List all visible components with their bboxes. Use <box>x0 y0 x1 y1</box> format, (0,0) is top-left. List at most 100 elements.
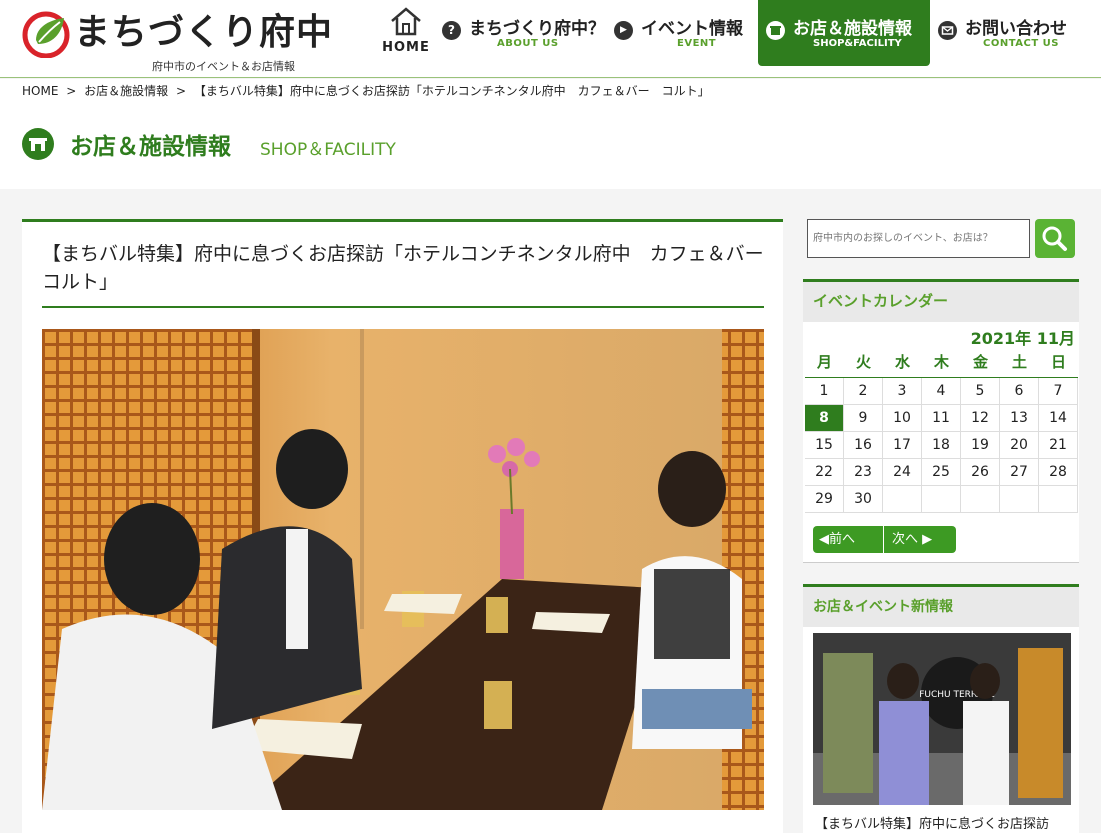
calendar-day[interactable]: 27 <box>1000 459 1039 486</box>
search-button[interactable] <box>1035 219 1075 258</box>
weekday-label: 日 <box>1039 350 1078 378</box>
calendar-day[interactable]: 15 <box>805 432 844 459</box>
nav-home-label: HOME <box>382 40 430 55</box>
calendar-week: 29 30 <box>805 486 1078 513</box>
calendar-day[interactable]: 21 <box>1039 432 1078 459</box>
calendar-month: 2021年 11月 <box>970 329 1075 348</box>
home-icon <box>391 7 421 36</box>
page-title: お店＆施設情報 <box>70 134 231 160</box>
search-icon <box>1042 226 1067 251</box>
site-logo[interactable]: まちづくり府中 府中市のイベント＆お店情報 <box>22 8 332 74</box>
calendar-heading: イベントカレンダー <box>803 282 1079 322</box>
calendar-day[interactable]: 25 <box>922 459 961 486</box>
calendar-empty-cell <box>1039 486 1078 513</box>
calendar-week: 15 16 17 18 19 20 21 <box>805 432 1078 459</box>
event-calendar: イベントカレンダー 2021年 11月 月 火 水 木 金 土 日 123456… <box>803 279 1079 563</box>
calendar-day[interactable]: 3 <box>883 378 922 405</box>
calendar-day[interactable]: 8 <box>805 405 844 432</box>
tea-leaf-logo-icon <box>22 11 70 58</box>
calendar-grid: 月 火 水 木 金 土 日 1 2 3 4 5 6 7 8 9 10 11 12 13 14 15 16 17 1… <box>805 350 1078 513</box>
article: 【まちバル特集】府中に息づくお店探訪「ホテルコンチネンタル府中 カフェ＆バー コ… <box>22 219 783 833</box>
news-heading: お店＆イベント新情報 <box>803 587 1079 627</box>
shop-event-news: お店＆イベント新情報 FUCHU TERRACE 【まちバル特集】府中に息づくお… <box>803 584 1079 833</box>
calendar-weeks: 1 2 3 4 5 6 7 8 9 10 11 12 13 14 15 16 17 18 19 20 21 22 23 24 2… <box>805 378 1078 513</box>
breadcrumb-home[interactable]: HOME <box>22 84 58 98</box>
calendar-empty-cell <box>961 486 1000 513</box>
calendar-day[interactable]: 4 <box>922 378 961 405</box>
calendar-day[interactable]: 12 <box>961 405 1000 432</box>
nav-about-en: ABOUT US <box>497 38 559 49</box>
shop-icon <box>22 128 54 160</box>
nav-contact-en: CONTACT US <box>983 38 1059 49</box>
title-band: HOME > お店＆施設情報 > 【まちバル特集】府中に息づくお店探訪「ホテルコ… <box>0 79 1101 189</box>
calendar-day[interactable]: 26 <box>961 459 1000 486</box>
weekday-label: 木 <box>922 350 961 378</box>
calendar-empty-cell <box>883 486 922 513</box>
calendar-week: 1234567 <box>805 378 1078 405</box>
shop-icon <box>766 21 785 40</box>
calendar-day[interactable]: 9 <box>844 405 883 432</box>
nav-shop[interactable]: お店＆施設情報 SHOP&FACILITY <box>758 0 930 66</box>
nav-contact-label: お問い合わせ <box>965 19 1067 39</box>
calendar-week: 8 9 10 11 12 13 14 <box>805 405 1078 432</box>
calendar-day[interactable]: 1 <box>805 378 844 405</box>
article-photo <box>42 329 764 810</box>
news-thumbnail[interactable]: FUCHU TERRACE <box>813 633 1071 805</box>
breadcrumb-current: 【まちバル特集】府中に息づくお店探訪「ホテルコンチネンタル府中 カフェ＆バー コ… <box>193 84 710 98</box>
title-divider <box>42 306 764 308</box>
play-icon: ▶ <box>614 21 633 40</box>
weekday-label: 月 <box>805 350 844 378</box>
nav-home[interactable]: HOME <box>380 6 432 66</box>
calendar-day[interactable]: 17 <box>883 432 922 459</box>
calendar-day[interactable]: 23 <box>844 459 883 486</box>
nav-about[interactable]: ? まちづくり府中？ ABOUT US <box>442 0 605 66</box>
calendar-day[interactable]: 24 <box>883 459 922 486</box>
nav-event-label: イベント情報 <box>641 19 743 39</box>
weekday-label: 水 <box>883 350 922 378</box>
calendar-day[interactable]: 30 <box>844 486 883 513</box>
article-title: 【まちバル特集】府中に息づくお店探訪「ホテルコンチネンタル府中 カフェ＆バー コ… <box>42 243 783 293</box>
mail-icon <box>938 21 957 40</box>
weekday-label: 金 <box>961 350 1000 378</box>
calendar-day[interactable]: 2 <box>844 378 883 405</box>
page-title-en: SHOP＆FACILITY <box>260 140 396 160</box>
calendar-empty-cell <box>1000 486 1039 513</box>
search-input[interactable] <box>807 219 1030 258</box>
nav-event[interactable]: ▶ イベント情報 EVENT <box>614 0 754 66</box>
breadcrumb-separator: > <box>175 84 187 98</box>
calendar-day[interactable]: 22 <box>805 459 844 486</box>
question-icon: ? <box>442 21 461 40</box>
calendar-week: 22 23 24 25 26 27 28 <box>805 459 1078 486</box>
calendar-day[interactable]: 7 <box>1039 378 1078 405</box>
calendar-day[interactable]: 28 <box>1039 459 1078 486</box>
nav-contact[interactable]: お問い合わせ CONTACT US <box>938 0 1088 66</box>
calendar-day[interactable]: 5 <box>961 378 1000 405</box>
calendar-prev-button[interactable]: ◀前へ <box>813 526 883 553</box>
calendar-day[interactable]: 14 <box>1039 405 1078 432</box>
weekday-label: 火 <box>844 350 883 378</box>
nav-shop-en: SHOP&FACILITY <box>813 38 902 49</box>
calendar-day[interactable]: 19 <box>961 432 1000 459</box>
calendar-day[interactable]: 11 <box>922 405 961 432</box>
breadcrumb-shop[interactable]: お店＆施設情報 <box>84 84 168 98</box>
news-caption[interactable]: 【まちバル特集】府中に息づくお店探訪 <box>815 813 1049 832</box>
calendar-day[interactable]: 13 <box>1000 405 1039 432</box>
calendar-next-button[interactable]: 次へ ▶ <box>884 526 956 553</box>
weekday-label: 土 <box>1000 350 1039 378</box>
calendar-day[interactable]: 20 <box>1000 432 1039 459</box>
logo-text: まちづくり府中 <box>74 12 334 53</box>
nav-event-en: EVENT <box>677 38 717 49</box>
calendar-day[interactable]: 18 <box>922 432 961 459</box>
nav-about-label: まちづくり府中？ <box>469 19 605 39</box>
calendar-day[interactable]: 29 <box>805 486 844 513</box>
site-header: まちづくり府中 府中市のイベント＆お店情報 HOME ? まちづくり府中？ AB… <box>0 0 1101 78</box>
breadcrumb: HOME > お店＆施設情報 > 【まちバル特集】府中に息づくお店探訪「ホテルコ… <box>22 82 714 99</box>
logo-subtitle: 府中市のイベント＆お店情報 <box>152 60 295 73</box>
calendar-day[interactable]: 16 <box>844 432 883 459</box>
weekday-row: 月 火 水 木 金 土 日 <box>805 350 1078 378</box>
nav-shop-label: お店＆施設情報 <box>793 19 912 39</box>
calendar-empty-cell <box>922 486 961 513</box>
calendar-day[interactable]: 10 <box>883 405 922 432</box>
calendar-day[interactable]: 6 <box>1000 378 1039 405</box>
breadcrumb-separator: > <box>66 84 77 98</box>
